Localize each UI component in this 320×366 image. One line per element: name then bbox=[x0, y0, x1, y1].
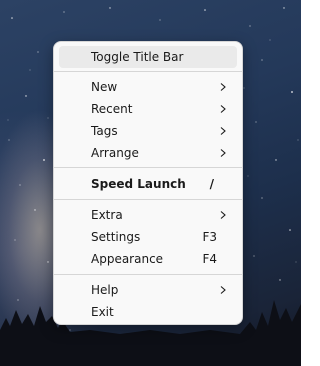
chevron-right-icon bbox=[220, 149, 226, 157]
menu-item-shortcut: F4 bbox=[202, 252, 217, 266]
menu-item-label: Appearance bbox=[91, 252, 164, 266]
menu-item-label: Speed Launch bbox=[91, 177, 186, 191]
menu-item-label: Extra bbox=[91, 208, 123, 222]
menu-separator bbox=[54, 167, 242, 168]
menu-item-appearance[interactable]: Appearance F4 bbox=[59, 248, 237, 270]
menu-item-label: New bbox=[91, 80, 118, 94]
context-menu: Toggle Title Bar New Recent Tags Arrange… bbox=[53, 41, 243, 325]
chevron-right-icon bbox=[220, 105, 226, 113]
menu-item-tags[interactable]: Tags bbox=[59, 120, 237, 142]
menu-item-speed-launch[interactable]: Speed Launch / bbox=[59, 173, 237, 195]
menu-item-label: Recent bbox=[91, 102, 133, 116]
menu-item-label: Arrange bbox=[91, 146, 139, 160]
menu-item-label: Tags bbox=[91, 124, 118, 138]
menu-item-label: Settings bbox=[91, 230, 141, 244]
menu-item-shortcut: / bbox=[209, 177, 214, 191]
chevron-right-icon bbox=[220, 211, 226, 219]
menu-item-arrange[interactable]: Arrange bbox=[59, 142, 237, 164]
chevron-right-icon bbox=[220, 127, 226, 135]
menu-item-label: Help bbox=[91, 283, 119, 297]
menu-separator bbox=[54, 199, 242, 200]
menu-item-recent[interactable]: Recent bbox=[59, 98, 237, 120]
menu-item-new[interactable]: New bbox=[59, 76, 237, 98]
menu-item-label: Exit bbox=[91, 305, 114, 319]
menu-item-toggle-title-bar[interactable]: Toggle Title Bar bbox=[59, 46, 237, 68]
menu-item-help[interactable]: Help bbox=[59, 279, 237, 301]
menu-item-exit[interactable]: Exit bbox=[59, 301, 237, 323]
chevron-right-icon bbox=[220, 83, 226, 91]
menu-separator bbox=[54, 71, 242, 72]
chevron-right-icon bbox=[220, 286, 226, 294]
menu-item-settings[interactable]: Settings F3 bbox=[59, 226, 237, 248]
menu-item-extra[interactable]: Extra bbox=[59, 204, 237, 226]
menu-item-shortcut: F3 bbox=[202, 230, 217, 244]
menu-separator bbox=[54, 274, 242, 275]
menu-item-label: Toggle Title Bar bbox=[91, 50, 184, 64]
